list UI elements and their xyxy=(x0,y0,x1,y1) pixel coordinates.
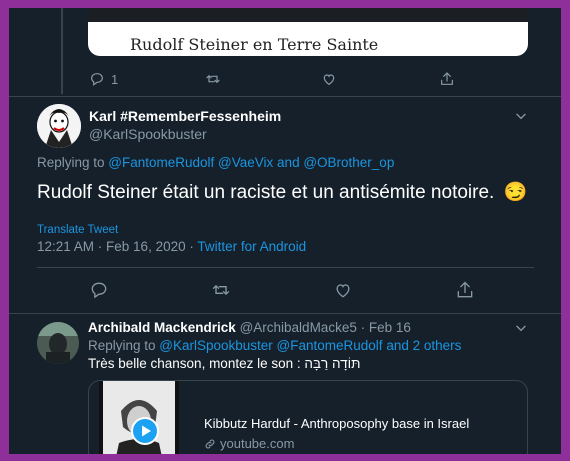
chevron-down-icon[interactable] xyxy=(514,321,528,335)
replying-others-link[interactable]: 2 others xyxy=(413,338,462,353)
smirk-emoji: 😏 xyxy=(503,182,528,203)
video-thumbnail[interactable] xyxy=(99,381,179,454)
share-button[interactable] xyxy=(439,71,455,87)
share-button[interactable] xyxy=(455,280,475,300)
tweet-text: Rudolf Steiner était un raciste et un an… xyxy=(37,180,527,204)
reply-icon xyxy=(91,282,107,299)
avatar[interactable] xyxy=(37,104,81,148)
thread-connector xyxy=(61,8,63,94)
source-link[interactable]: Twitter for Android xyxy=(197,239,306,254)
replying-prefix: Replying to xyxy=(88,338,160,353)
share-icon xyxy=(457,281,473,298)
timestamp[interactable]: 12:21 AM · Feb 16, 2020 · xyxy=(37,239,197,254)
retweet-button[interactable] xyxy=(205,71,221,87)
retweet-icon xyxy=(212,285,230,295)
play-icon[interactable] xyxy=(131,417,159,445)
replying-to: Replying to @KarlSpookbuster @FantomeRud… xyxy=(88,338,461,353)
divider xyxy=(9,96,561,97)
link-icon xyxy=(205,439,215,448)
reply-author-name[interactable]: Archibald Mackendrick xyxy=(88,320,236,335)
retweet-icon xyxy=(206,75,220,83)
reply-button[interactable]: 1 xyxy=(89,71,118,87)
like-icon xyxy=(323,74,335,86)
replying-prefix: Replying to xyxy=(37,155,109,170)
author-handle[interactable]: @KarlSpookbuster xyxy=(89,126,207,142)
card-image xyxy=(88,8,528,22)
replying-to: Replying to @FantomeRudolf @VaeVix and @… xyxy=(37,155,394,170)
replying-and: and xyxy=(382,338,413,353)
tweet-thread-frame: Rudolf Steiner en Terre Sainte 1 Karl #R… xyxy=(9,8,561,454)
divider xyxy=(37,267,534,268)
chevron-down-icon[interactable] xyxy=(514,109,528,123)
replying-and: and xyxy=(273,155,304,170)
card-domain-text: youtube.com xyxy=(220,436,295,451)
like-icon xyxy=(336,284,350,298)
replying-users-link[interactable]: @KarlSpookbuster @FantomeRudolf xyxy=(159,338,382,353)
link-preview-card[interactable]: Rudolf Steiner en Terre Sainte xyxy=(88,8,528,56)
reply-icon xyxy=(91,73,103,86)
card-title: Rudolf Steiner en Terre Sainte xyxy=(130,35,379,54)
reply-text: Très belle chanson, montez le son : תּוֹ… xyxy=(88,356,361,371)
tweet-body: Rudolf Steiner était un raciste et un an… xyxy=(37,182,495,203)
reply-button[interactable] xyxy=(89,280,109,300)
card-domain: youtube.com xyxy=(204,436,294,451)
reply-date[interactable]: Feb 16 xyxy=(369,320,411,335)
separator-dot: · xyxy=(356,320,369,335)
card-title: Kibbutz Harduf - Anthroposophy base in I… xyxy=(204,416,470,431)
tweet-meta: 12:21 AM · Feb 16, 2020 · Twitter for An… xyxy=(37,239,306,254)
replying-last-link[interactable]: @OBrother_op xyxy=(303,155,394,170)
author-name[interactable]: Karl #RememberFessenheim xyxy=(89,108,281,124)
replying-users-link[interactable]: @FantomeRudolf @VaeVix xyxy=(108,155,273,170)
reply-count: 1 xyxy=(111,71,119,87)
divider xyxy=(9,313,561,314)
like-button[interactable] xyxy=(333,280,353,300)
reply-header: Archibald Mackendrick @ArchibaldMacke5 ·… xyxy=(88,320,411,335)
translate-tweet-link[interactable]: Translate Tweet xyxy=(37,224,118,236)
share-icon xyxy=(441,72,453,85)
retweet-button[interactable] xyxy=(211,280,231,300)
reply-author-handle[interactable]: @ArchibaldMacke5 xyxy=(240,320,357,335)
youtube-card[interactable]: Kibbutz Harduf - Anthroposophy base in I… xyxy=(88,380,528,454)
avatar[interactable] xyxy=(37,322,79,364)
like-button[interactable] xyxy=(321,71,337,87)
